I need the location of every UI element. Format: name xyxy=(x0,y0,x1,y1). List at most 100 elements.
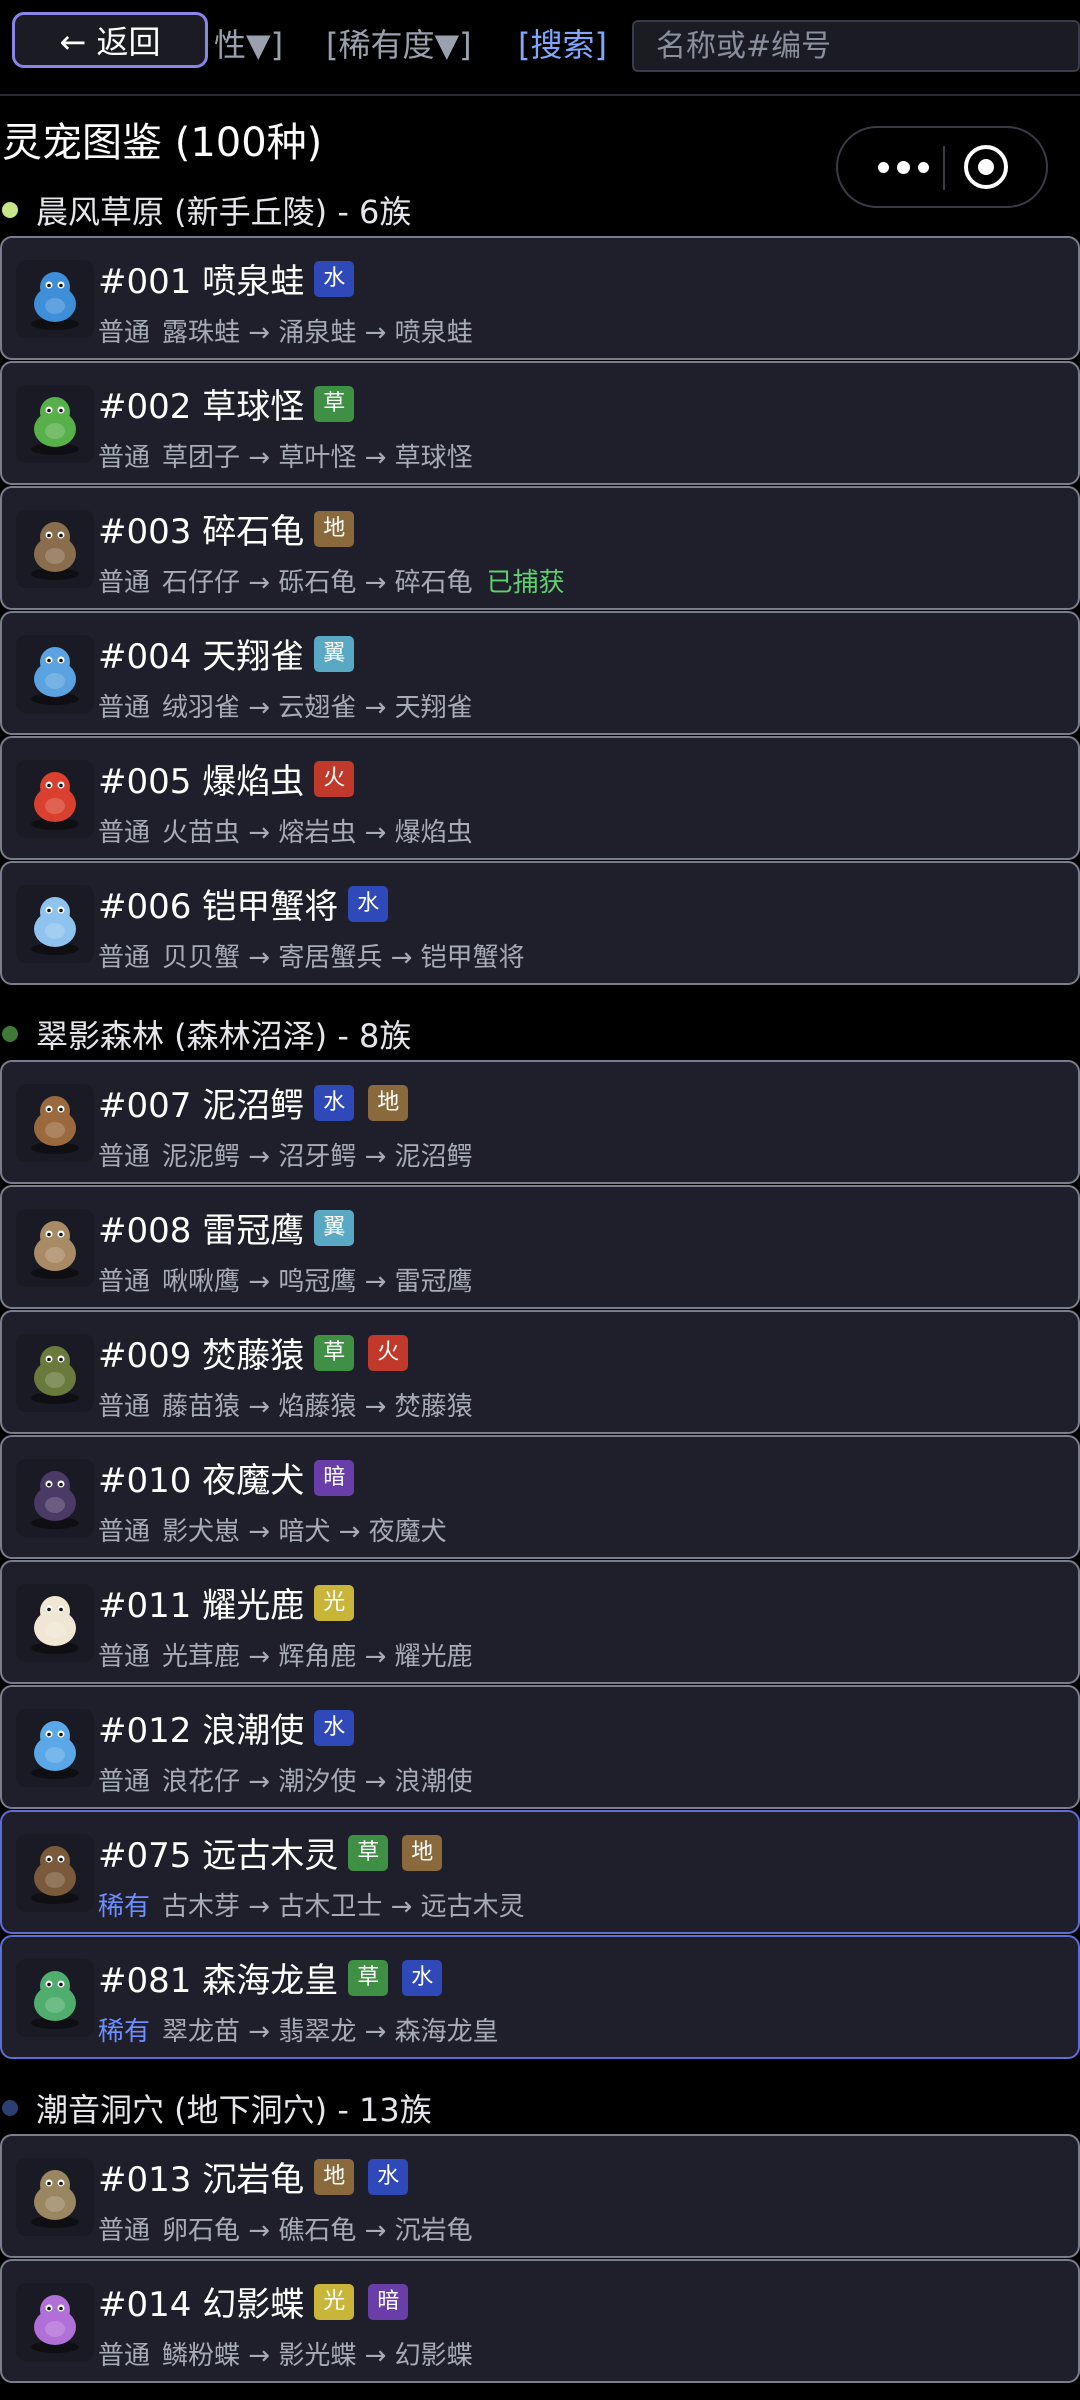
rarity-label: 普通 xyxy=(98,1267,151,1297)
pet-title-row: #005 爆焰虫火 xyxy=(98,754,355,803)
pet-name: #004 天翔雀 xyxy=(98,637,305,677)
pet-card[interactable]: #075 远古木灵草地稀有 古木芽 → 古木卫士 → 远古木灵 xyxy=(0,1810,1080,1934)
element-badge: 水 xyxy=(314,260,355,297)
element-badge: 地 xyxy=(402,1834,443,1871)
pet-title-row: #003 碎石龟地 xyxy=(98,504,355,553)
rarity-label: 普通 xyxy=(98,443,151,473)
pet-name: #009 焚藤猿 xyxy=(98,1336,305,1376)
dragon-icon xyxy=(16,1959,94,2037)
evolution-chain: 贝贝蟹 → 寄居蟹兵 → 铠甲蟹将 xyxy=(162,943,525,973)
caught-label: 已捕获 xyxy=(486,568,565,598)
pet-card[interactable]: #009 焚藤猿草火普通 藤苗猿 → 焰藤猿 → 焚藤猿 xyxy=(0,1310,1080,1434)
pet-subtitle: 普通 露珠蛙 → 涌泉蛙 → 喷泉蛙 xyxy=(98,312,473,349)
element-badge: 火 xyxy=(368,1334,409,1371)
element-badge: 水 xyxy=(314,1709,355,1746)
pet-subtitle: 普通 泥泥鳄 → 沼牙鳄 → 泥沼鳄 xyxy=(98,1136,473,1173)
pet-name: #008 雷冠鹰 xyxy=(98,1211,305,1251)
rarity-label: 普通 xyxy=(98,1767,151,1797)
pet-title-row: #011 耀光鹿光 xyxy=(98,1578,355,1627)
pet-name: #013 沉岩龟 xyxy=(98,2160,305,2200)
region-dot xyxy=(2,202,18,218)
back-button[interactable]: ← 返回 xyxy=(12,12,208,68)
search-button[interactable]: [搜索] xyxy=(518,20,607,66)
pet-subtitle: 普通 卵石龟 → 礁石龟 → 沉岩龟 xyxy=(98,2210,473,2247)
rarity-label: 普通 xyxy=(98,1642,151,1672)
rarity-label: 普通 xyxy=(98,568,151,598)
pet-title-row: #081 森海龙皇草水 xyxy=(98,1953,443,2002)
pet-card[interactable]: #010 夜魔犬暗普通 影犬崽 → 暗犬 → 夜魔犬 xyxy=(0,1435,1080,1559)
pet-title-row: #008 雷冠鹰翼 xyxy=(98,1203,355,1252)
pet-name: #075 远古木灵 xyxy=(98,1836,339,1876)
pet-card[interactable]: #006 铠甲蟹将水普通 贝贝蟹 → 寄居蟹兵 → 铠甲蟹将 xyxy=(0,861,1080,985)
evolution-chain: 露珠蛙 → 涌泉蛙 → 喷泉蛙 xyxy=(162,318,473,348)
rarity-filter-dropdown[interactable]: [稀有度▼] xyxy=(326,20,472,66)
element-badge: 草 xyxy=(348,1834,389,1871)
capsule-divider xyxy=(943,146,945,190)
pet-card[interactable]: #001 喷泉蛙水普通 露珠蛙 → 涌泉蛙 → 喷泉蛙 xyxy=(0,236,1080,360)
region-header: 潮音洞穴 (地下洞穴) - 13族 xyxy=(0,2084,432,2132)
frog-icon xyxy=(16,260,94,338)
evolution-chain: 绒羽雀 → 云翅雀 → 天翔雀 xyxy=(162,693,473,723)
pet-title-row: #002 草球怪草 xyxy=(98,379,355,428)
turtle-icon xyxy=(16,510,94,588)
pet-card[interactable]: #013 沉岩龟地水普通 卵石龟 → 礁石龟 → 沉岩龟 xyxy=(0,2134,1080,2258)
evolution-chain: 影犬崽 → 暗犬 → 夜魔犬 xyxy=(162,1517,447,1547)
fire-worm-icon xyxy=(16,760,94,838)
pet-name: #010 夜魔犬 xyxy=(98,1461,305,1501)
pet-card[interactable]: #002 草球怪草普通 草团子 → 草叶怪 → 草球怪 xyxy=(0,361,1080,485)
pet-card[interactable]: #012 浪潮使水普通 浪花仔 → 潮汐使 → 浪潮使 xyxy=(0,1685,1080,1809)
attribute-filter-dropdown[interactable]: 性▼] xyxy=(214,20,283,66)
region-dot xyxy=(2,2100,18,2116)
rarity-label: 稀有 xyxy=(98,1892,151,1922)
region-title: 潮音洞穴 (地下洞穴) - 13族 xyxy=(36,2091,432,2129)
evolution-chain: 石仔仔 → 砾石龟 → 碎石龟 xyxy=(162,568,473,598)
pet-subtitle: 普通 鳞粉蝶 → 影光蝶 → 幻影蝶 xyxy=(98,2335,473,2372)
region-header: 翠影森林 (森林沼泽) - 8族 xyxy=(0,1010,411,1058)
pet-card[interactable]: #007 泥沼鳄水地普通 泥泥鳄 → 沼牙鳄 → 泥沼鳄 xyxy=(0,1060,1080,1184)
rarity-label: 普通 xyxy=(98,1142,151,1172)
pet-title-row: #010 夜魔犬暗 xyxy=(98,1453,355,1502)
element-badge: 草 xyxy=(348,1959,389,1996)
pet-card[interactable]: #081 森海龙皇草水稀有 翠龙苗 → 翡翠龙 → 森海龙皇 xyxy=(0,1935,1080,2059)
rarity-label: 普通 xyxy=(98,318,151,348)
pet-card[interactable]: #014 幻影蝶光暗普通 鳞粉蝶 → 影光蝶 → 幻影蝶 xyxy=(0,2259,1080,2383)
pet-subtitle: 普通 贝贝蟹 → 寄居蟹兵 → 铠甲蟹将 xyxy=(98,937,525,974)
evolution-chain: 啾啾鹰 → 鸣冠鹰 → 雷冠鹰 xyxy=(162,1267,473,1297)
pet-card[interactable]: #003 碎石龟地普通 石仔仔 → 砾石龟 → 碎石龟 已捕获 xyxy=(0,486,1080,610)
evolution-chain: 泥泥鳄 → 沼牙鳄 → 泥沼鳄 xyxy=(162,1142,473,1172)
pet-card[interactable]: #005 爆焰虫火普通 火苗虫 → 熔岩虫 → 爆焰虫 xyxy=(0,736,1080,860)
evolution-chain: 光茸鹿 → 辉角鹿 → 耀光鹿 xyxy=(162,1642,473,1672)
close-target-icon[interactable] xyxy=(964,145,1008,189)
pet-title-row: #075 远古木灵草地 xyxy=(98,1828,443,1877)
deer-icon xyxy=(16,1584,94,1662)
pet-title-row: #013 沉岩龟地水 xyxy=(98,2152,409,2201)
pet-name: #007 泥沼鳄 xyxy=(98,1086,305,1126)
page-title: 灵宠图鉴 (100种) xyxy=(2,120,323,166)
region-title: 翠影森林 (森林沼泽) - 8族 xyxy=(36,1017,412,1055)
rock-turtle-icon xyxy=(16,2158,94,2236)
pet-card[interactable]: #008 雷冠鹰翼普通 啾啾鹰 → 鸣冠鹰 → 雷冠鹰 xyxy=(0,1185,1080,1309)
search-input[interactable] xyxy=(632,20,1080,72)
evolution-chain: 浪花仔 → 潮汐使 → 浪潮使 xyxy=(162,1767,473,1797)
more-menu-icon[interactable] xyxy=(860,128,946,206)
pet-card[interactable]: #004 天翔雀翼普通 绒羽雀 → 云翅雀 → 天翔雀 xyxy=(0,611,1080,735)
pet-name: #011 耀光鹿 xyxy=(98,1586,305,1626)
pet-name: #012 浪潮使 xyxy=(98,1711,305,1751)
rarity-label: 普通 xyxy=(98,1392,151,1422)
element-badge: 地 xyxy=(314,510,355,547)
top-bar: ← 返回 性▼] [稀有度▼] [搜索] xyxy=(0,0,1080,96)
pet-title-row: #004 天翔雀翼 xyxy=(98,629,355,678)
pet-subtitle: 普通 草团子 → 草叶怪 → 草球怪 xyxy=(98,437,473,474)
evolution-chain: 藤苗猿 → 焰藤猿 → 焚藤猿 xyxy=(162,1392,473,1422)
element-badge: 水 xyxy=(402,1959,443,1996)
element-badge: 草 xyxy=(314,385,355,422)
pet-name: #014 幻影蝶 xyxy=(98,2285,305,2325)
rarity-label: 普通 xyxy=(98,818,151,848)
pet-card[interactable]: #011 耀光鹿光普通 光茸鹿 → 辉角鹿 → 耀光鹿 xyxy=(0,1560,1080,1684)
grass-ball-icon xyxy=(16,385,94,463)
rarity-label: 普通 xyxy=(98,1517,151,1547)
pet-subtitle: 普通 石仔仔 → 砾石龟 → 碎石龟 已捕获 xyxy=(98,562,565,599)
evolution-chain: 卵石龟 → 礁石龟 → 沉岩龟 xyxy=(162,2216,473,2246)
bird-icon xyxy=(16,635,94,713)
pet-title-row: #006 铠甲蟹将水 xyxy=(98,879,389,928)
